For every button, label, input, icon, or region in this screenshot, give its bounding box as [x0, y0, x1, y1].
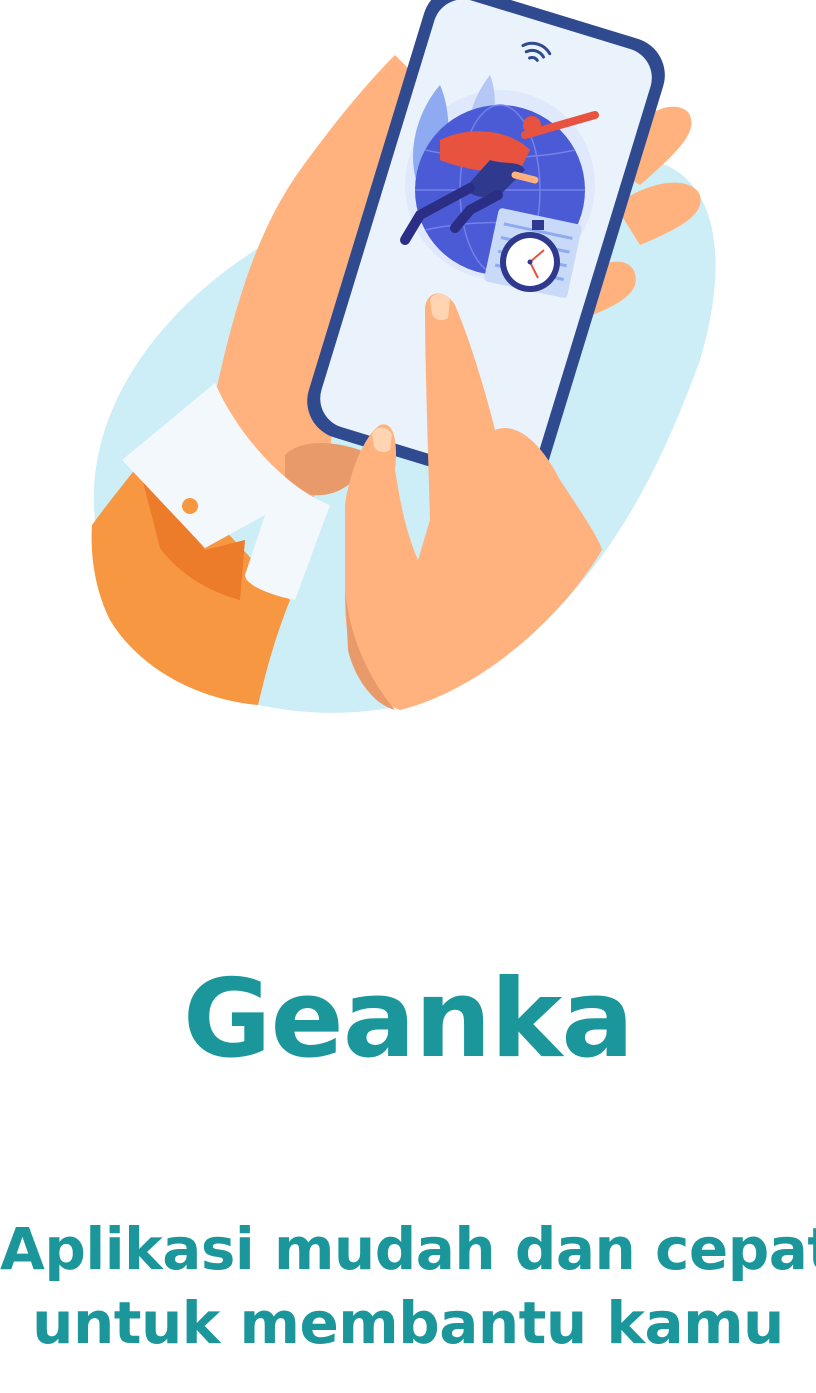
tagline-line-1: Aplikasi mudah dan cepat — [0, 1215, 816, 1283]
cuff-button — [182, 498, 198, 514]
app-title: Geanka — [182, 957, 634, 1082]
app-tagline: Aplikasi mudah dan cepat untuk membantu … — [0, 1212, 816, 1360]
hero-illustration — [91, 0, 716, 713]
tagline-line-2: untuk membantu kamu — [32, 1289, 784, 1357]
